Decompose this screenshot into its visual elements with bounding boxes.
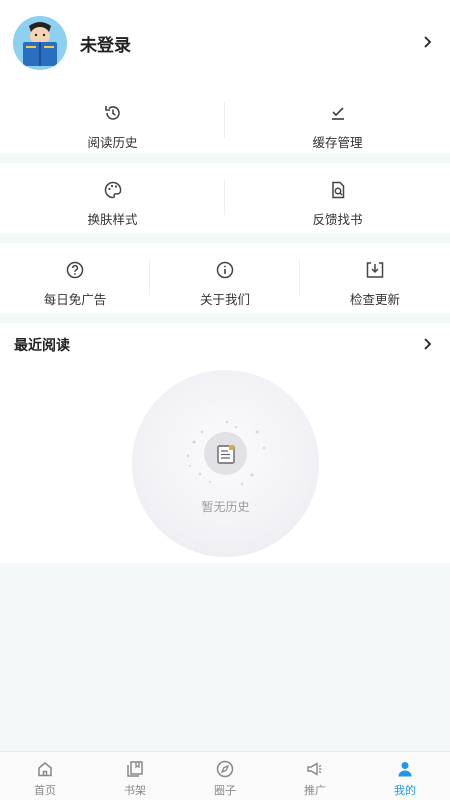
search-doc-icon	[327, 179, 349, 201]
tab-label: 推广	[304, 784, 326, 797]
menu-cache-management[interactable]: 缓存管理	[225, 86, 450, 153]
reader-avatar-icon	[13, 16, 67, 70]
empty-history-text: 暂无历史	[201, 500, 250, 514]
menu-row-3: 每日免广告 关于我们 检查更新	[0, 243, 450, 313]
tab-label: 首页	[34, 784, 56, 797]
help-circle-icon	[64, 259, 86, 281]
menu-feedback-find-book[interactable]: 反馈找书	[225, 163, 450, 233]
tab-circle[interactable]: 圈子	[180, 752, 270, 800]
menu-skin-style[interactable]: 换肤样式	[0, 163, 225, 233]
menu-label: 关于我们	[199, 292, 250, 307]
menu-daily-ad-free[interactable]: 每日免广告	[0, 243, 150, 313]
menu-check-update[interactable]: 检查更新	[300, 243, 450, 313]
tab-label: 我的	[394, 784, 416, 797]
chevron-right-icon[interactable]	[422, 36, 434, 48]
tab-mine[interactable]: 我的	[360, 752, 450, 800]
megaphone-icon	[305, 759, 325, 779]
menu-label: 每日免广告	[43, 292, 107, 307]
menu-label: 缓存管理	[312, 135, 363, 150]
empty-state: 暂无历史	[132, 370, 319, 557]
home-icon	[35, 759, 55, 779]
history-icon	[102, 102, 124, 124]
menu-reading-history[interactable]: 阅读历史	[0, 86, 225, 153]
recent-reading-title: 最近阅读	[14, 338, 70, 354]
palette-icon	[102, 179, 124, 201]
update-download-icon	[364, 259, 386, 281]
recent-reading-header[interactable]: 最近阅读	[0, 323, 450, 365]
menu-about-us[interactable]: 关于我们	[150, 243, 300, 313]
login-status[interactable]: 未登录	[80, 31, 131, 56]
tab-home[interactable]: 首页	[0, 752, 90, 800]
empty-history-icon	[204, 432, 247, 475]
tab-label: 书架	[124, 784, 146, 797]
tab-bookshelf[interactable]: 书架	[90, 752, 180, 800]
menu-label: 阅读历史	[87, 135, 138, 150]
menu-label: 换肤样式	[87, 212, 138, 227]
menu-row-1: 阅读历史 缓存管理	[0, 86, 450, 153]
menu-label: 检查更新	[349, 292, 400, 307]
bottom-tab-bar: 首页 书架 圈子 推广 我的	[0, 751, 450, 800]
bookshelf-icon	[125, 759, 145, 779]
menu-label: 反馈找书	[312, 212, 363, 227]
chevron-right-icon[interactable]	[422, 338, 434, 350]
tab-promote[interactable]: 推广	[270, 752, 360, 800]
tab-label: 圈子	[214, 784, 236, 797]
recent-reading-list: 暂无历史	[0, 365, 450, 563]
download-check-icon	[327, 102, 349, 124]
user-icon	[395, 759, 415, 779]
avatar[interactable]	[13, 16, 67, 70]
menu-row-2: 换肤样式 反馈找书	[0, 163, 450, 233]
compass-icon	[215, 759, 235, 779]
info-icon	[214, 259, 236, 281]
profile-header[interactable]: 未登录	[0, 0, 450, 86]
